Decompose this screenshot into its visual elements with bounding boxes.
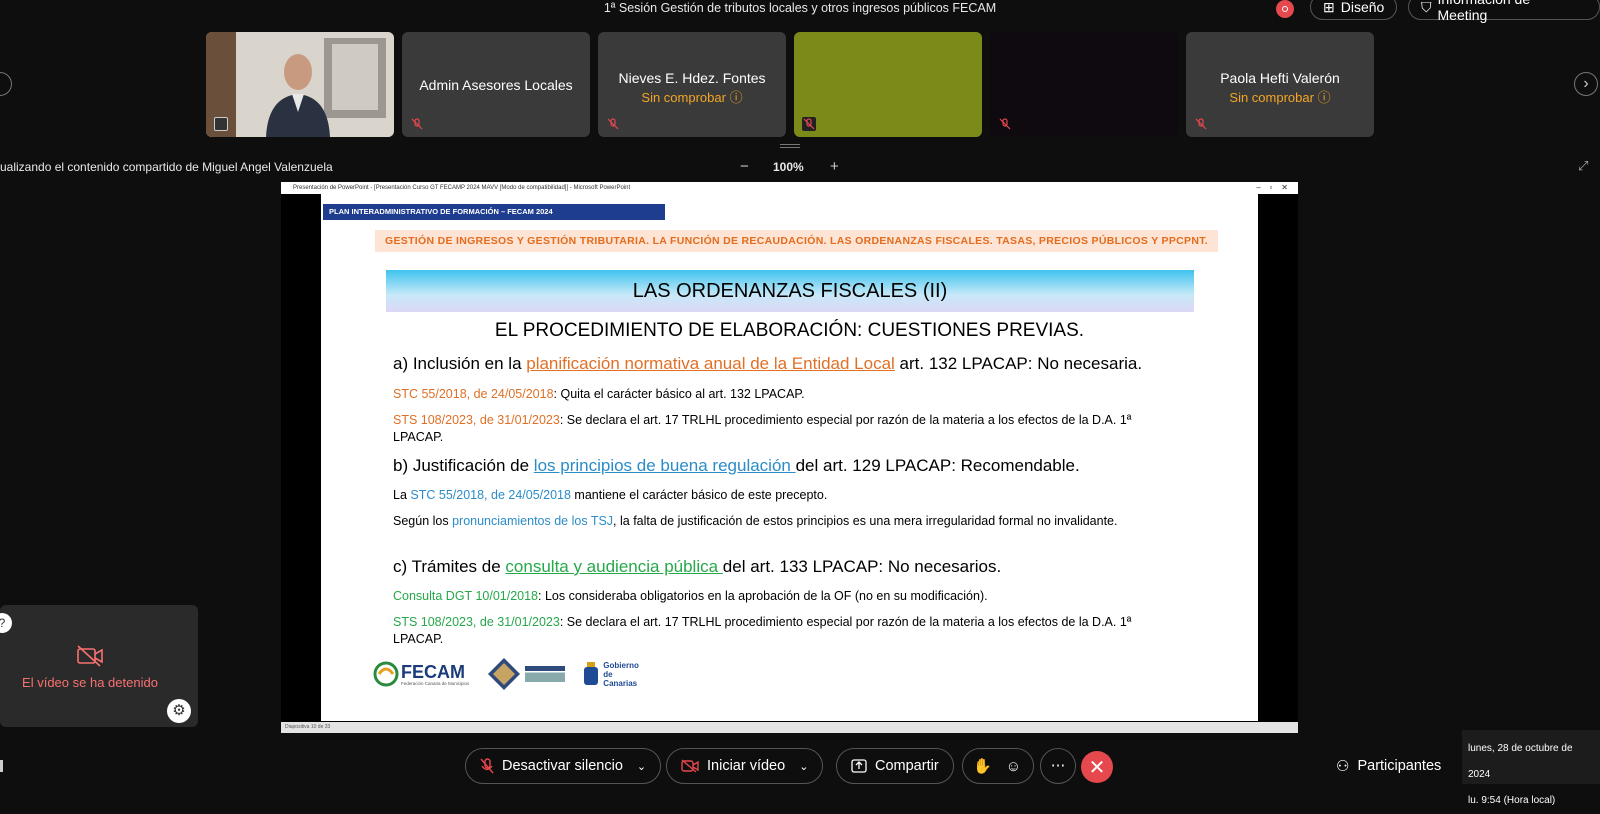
slide-header-bar: PLAN INTERADMINISTRATIVO DE FORMACIÓN – … — [323, 204, 665, 220]
slide-topic-banner: GESTIÓN DE INGRESOS Y GESTIÓN TRIBUTARIA… — [375, 230, 1218, 252]
video-off-icon — [77, 645, 103, 667]
participant-video-feed — [206, 32, 394, 137]
slide-logos: FECAM Federación Canaria de Municipios G… — [373, 654, 647, 694]
participant-tile[interactable] — [990, 32, 1178, 137]
participant-name: Paola Hefti Valerón — [1220, 70, 1340, 86]
video-off-icon — [681, 759, 699, 773]
slide-subtitle: EL PROCEDIMIENTO DE ELABORACIÓN: CUESTIO… — [494, 320, 1085, 341]
point-c-ref2: STS 108/2023, de 31/01/2023: Se declara … — [393, 615, 1132, 646]
meeting-controls: Desactivar silencio ⌄ Iniciar vídeo ⌄ Co… — [0, 748, 1600, 788]
share-screen-icon — [851, 759, 867, 773]
share-label: Compartir — [875, 758, 939, 774]
participant-name: Admin Asesores Locales — [419, 77, 573, 93]
more-options-button[interactable]: ⋯ — [1040, 748, 1076, 784]
left-edge-indicator — [0, 760, 3, 772]
video-stopped-text: El vídeo se ha detenido — [22, 675, 158, 690]
leave-meeting-button[interactable]: ✕ — [1081, 751, 1113, 783]
viewing-share-text: ualizando el contenido compartido de Mig… — [0, 160, 333, 174]
coat-of-arms-icon — [584, 662, 599, 685]
point-b: b) Justificación de los principios de bu… — [393, 456, 1080, 475]
help-icon[interactable]: ? — [0, 613, 12, 633]
meeting-info-button[interactable]: ⛉ Información de Meeting — [1408, 0, 1600, 23]
participant-tile[interactable]: Admin Asesores Locales — [402, 32, 590, 137]
chevron-down-icon: ⌄ — [636, 760, 647, 773]
point-b-link: los principios de buena regulación — [533, 456, 796, 475]
more-icon: ⋯ — [1050, 758, 1066, 774]
muted-mic-icon — [802, 117, 816, 131]
prev-participants-icon[interactable] — [0, 72, 12, 96]
participant-tile[interactable] — [794, 32, 982, 137]
muted-mic-icon — [1195, 118, 1207, 130]
shared-screen: Presentación de PowerPoint - [Presentaci… — [281, 182, 1298, 733]
participants-button[interactable]: ⚇ Participantes — [1336, 748, 1441, 784]
share-button[interactable]: Compartir — [836, 748, 954, 784]
share-info-bar: ualizando el contenido compartido de Mig… — [0, 158, 1600, 176]
start-video-button[interactable]: Iniciar vídeo ⌄ — [666, 748, 824, 784]
video-label: Iniciar vídeo — [707, 758, 786, 774]
slide-title: LAS ORDENANZAS FISCALES (II) — [386, 270, 1194, 312]
next-participants-icon[interactable]: › — [1574, 72, 1598, 96]
clock-date: lunes, 28 de octubre de 2024 — [1468, 743, 1573, 780]
participant-name: Nieves E. Hdez. Fontes — [618, 70, 766, 86]
mute-label: Desactivar silencio — [502, 758, 623, 774]
shield-icon: ⛉ — [1421, 0, 1432, 15]
point-b-ref1: La STC 55/2018, de 24/05/2018 mantiene e… — [393, 488, 828, 502]
grid-icon: ⊞ — [1323, 0, 1335, 15]
participant-tile[interactable]: Paola Hefti Valerón Sin comprobar ⓘ — [1186, 32, 1374, 137]
point-b-ref2: Según los pronunciamientos de los TSJ, l… — [393, 514, 1118, 528]
diamond-emblem-icon — [488, 658, 521, 690]
reactions-group: ✋ ☺ — [962, 748, 1034, 784]
muted-mic-icon — [411, 118, 423, 130]
fecam-emblem-icon — [373, 661, 399, 687]
fecam-logo: FECAM Federación Canaria de Municipios — [373, 661, 469, 687]
point-a-ref1: STC 55/2018, de 24/05/2018: Quita el car… — [393, 387, 805, 401]
muted-mic-icon — [607, 118, 619, 130]
ppt-window-title: Presentación de PowerPoint - [Presentaci… — [281, 182, 1298, 194]
help-circle-icon: ⓘ — [729, 90, 743, 105]
zoom-in-button[interactable]: + — [830, 158, 839, 175]
point-c: c) Trámites de consulta y audiencia públ… — [393, 557, 1002, 576]
participants-label: Participantes — [1357, 758, 1442, 774]
chevron-down-icon: ⌄ — [799, 760, 809, 773]
point-c-link: consulta y audiencia pública — [505, 557, 723, 576]
point-a-link: planificación normativa anual de la Enti… — [526, 354, 895, 373]
recording-indicator-icon[interactable] — [1276, 0, 1294, 18]
help-circle-icon: ⓘ — [1317, 90, 1331, 105]
participant-tile-video[interactable] — [206, 32, 394, 137]
window-controls-icon: – ▫ ✕ — [1256, 183, 1288, 192]
muted-mic-icon — [999, 118, 1011, 130]
layout-label: Diseño — [1340, 0, 1385, 15]
participants-icon: ⚇ — [1336, 758, 1350, 775]
participant-status: Sin comprobar ⓘ — [641, 90, 743, 105]
ppt-slide: PLAN INTERADMINISTRATIVO DE FORMACIÓN – … — [321, 194, 1258, 721]
layout-button[interactable]: ⊞ Diseño — [1310, 0, 1398, 20]
point-a-ref2: STS 108/2023, de 31/01/2023: Se declara … — [393, 413, 1132, 444]
zoom-level: 100% — [773, 160, 804, 174]
screen-share-icon — [214, 117, 228, 131]
clock-time: lu. 9:54 (Hora local) — [1468, 795, 1556, 806]
self-view-tile[interactable]: ? El vídeo se ha detenido ⚙ — [0, 605, 198, 727]
point-a: a) Inclusión en la planificación normati… — [393, 354, 1143, 373]
clock-tooltip: lunes, 28 de octubre de 2024 lu. 9:54 (H… — [1462, 730, 1600, 806]
gear-icon[interactable]: ⚙ — [167, 699, 191, 723]
meeting-info-label: Información de Meeting — [1437, 0, 1531, 23]
top-bar: 1ª Sesión Gestión de tributos locales y … — [0, 0, 1600, 26]
raise-hand-icon[interactable]: ✋ — [973, 757, 992, 775]
resize-handle[interactable] — [780, 144, 800, 148]
point-c-ref1: Consulta DGT 10/01/2018: Los consideraba… — [393, 589, 988, 603]
mute-button[interactable]: Desactivar silencio ⌄ — [465, 748, 662, 784]
gobierno-canarias-logo: Gobierno de Canarias — [583, 661, 647, 688]
participant-tile[interactable]: Nieves E. Hdez. Fontes Sin comprobar ⓘ — [598, 32, 786, 137]
participant-strip: Admin Asesores Locales Nieves E. Hdez. F… — [0, 32, 1600, 138]
ppt-status-bar: Diapositiva 10 de 33 — [281, 722, 1298, 733]
close-icon: ✕ — [1088, 756, 1106, 779]
zoom-out-button[interactable]: − — [740, 158, 749, 175]
institute-logo — [487, 657, 566, 691]
fullscreen-icon[interactable]: ⤢ — [1578, 158, 1588, 174]
emoji-icon[interactable]: ☺ — [1006, 758, 1021, 775]
participant-status: Sin comprobar ⓘ — [1229, 90, 1331, 105]
muted-mic-icon — [480, 758, 494, 774]
